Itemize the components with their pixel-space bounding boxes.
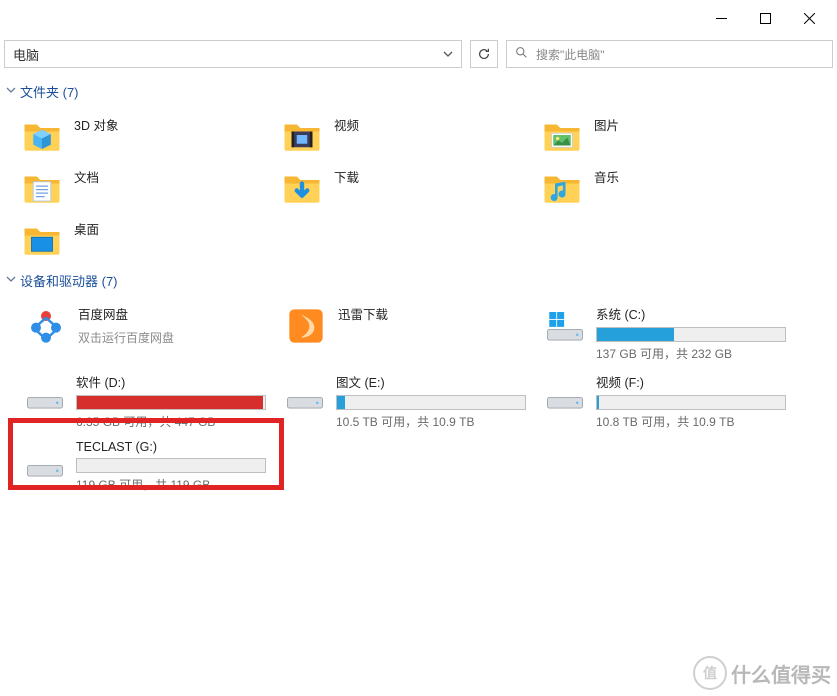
capacity-text: 10.5 TB 可用，共 10.9 TB	[336, 410, 526, 430]
folders-grid: 3D 对象 视频 图片 文档 下载	[2, 109, 835, 265]
search-icon	[515, 46, 528, 62]
drive-label: TECLAST (G:)	[76, 440, 266, 458]
capacity-text: 119 GB 可用，共 119 GB	[76, 473, 266, 493]
folder-3d-objects[interactable]: 3D 对象	[20, 109, 280, 161]
close-button[interactable]	[787, 3, 831, 33]
capacity-text: 10.8 TB 可用，共 10.9 TB	[596, 410, 786, 430]
xunlei-icon	[284, 304, 328, 348]
folder-icon	[20, 113, 64, 157]
watermark-badge: 值	[693, 656, 727, 690]
group-header-drives[interactable]: 设备和驱动器 (7)	[2, 265, 835, 298]
capacity-text: 137 GB 可用，共 232 GB	[596, 342, 786, 362]
drive-icon	[284, 372, 326, 416]
minimize-button[interactable]	[699, 3, 743, 33]
breadcrumb[interactable]: 电脑	[4, 40, 462, 68]
capacity-bar	[76, 395, 266, 410]
watermark-text: 什么值得买	[731, 659, 831, 688]
folder-videos[interactable]: 视频	[280, 109, 540, 161]
drive-e-tuwen[interactable]: 图文 (E:) 10.5 TB 可用，共 10.9 TB	[280, 366, 540, 434]
capacity-bar	[596, 395, 786, 410]
capacity-bar	[596, 327, 786, 342]
folder-icon	[280, 165, 324, 209]
drive-icon	[24, 440, 66, 484]
folder-icon	[20, 217, 64, 261]
drive-subtitle: 双击运行百度网盘	[78, 327, 258, 346]
drive-c-system[interactable]: 系统 (C:) 137 GB 可用，共 232 GB	[540, 298, 800, 366]
refresh-button[interactable]	[470, 40, 498, 68]
folder-downloads[interactable]: 下载	[280, 161, 540, 213]
window-title-bar	[0, 0, 837, 36]
drive-icon	[544, 372, 586, 416]
folder-icon	[540, 113, 584, 157]
drive-g-teclast[interactable]: TECLAST (G:) 119 GB 可用，共 119 GB	[20, 434, 280, 502]
search-placeholder: 搜索"此电脑"	[536, 46, 605, 63]
folder-label: 桌面	[74, 217, 99, 238]
drive-label: 迅雷下载	[338, 304, 518, 327]
chevron-down-icon	[6, 274, 16, 287]
folder-label: 3D 对象	[74, 113, 118, 134]
search-input[interactable]: 搜索"此电脑"	[506, 40, 833, 68]
folder-label: 音乐	[594, 165, 619, 186]
folder-icon	[540, 165, 584, 209]
capacity-text: 6.35 GB 可用，共 447 GB	[76, 410, 266, 430]
drives-grid: 百度网盘 双击运行百度网盘 迅雷下载 系统 (C:) 137 GB 可用，共 2…	[2, 298, 835, 502]
folder-icon	[280, 113, 324, 157]
this-pc-content: 文件夹 (7) 3D 对象 视频 图片 文档	[0, 72, 837, 502]
drive-baidu-netdisk[interactable]: 百度网盘 双击运行百度网盘	[20, 298, 280, 366]
drive-label: 百度网盘	[78, 304, 258, 327]
group-header-label: 文件夹 (7)	[20, 82, 79, 101]
folder-label: 视频	[334, 113, 359, 134]
breadcrumb-path: 电脑	[13, 45, 39, 64]
drive-f-video[interactable]: 视频 (F:) 10.8 TB 可用，共 10.9 TB	[540, 366, 800, 434]
address-bar-row: 电脑 搜索"此电脑"	[0, 36, 837, 72]
folder-documents[interactable]: 文档	[20, 161, 280, 213]
capacity-bar	[336, 395, 526, 410]
folder-music[interactable]: 音乐	[540, 161, 800, 213]
folder-icon	[20, 165, 64, 209]
drive-icon	[24, 372, 66, 416]
drive-xunlei[interactable]: 迅雷下载	[280, 298, 540, 366]
drive-label: 视频 (F:)	[596, 372, 786, 395]
baidu-icon	[24, 304, 68, 348]
watermark: 值 什么值得买	[693, 656, 831, 690]
drive-label: 图文 (E:)	[336, 372, 526, 395]
group-header-folders[interactable]: 文件夹 (7)	[2, 76, 835, 109]
folder-desktop[interactable]: 桌面	[20, 213, 280, 265]
folder-pictures[interactable]: 图片	[540, 109, 800, 161]
system-drive-icon	[544, 304, 586, 348]
folder-label: 图片	[594, 113, 619, 134]
chevron-down-icon[interactable]	[443, 47, 453, 62]
folder-label: 文档	[74, 165, 99, 186]
drive-d-software[interactable]: 软件 (D:) 6.35 GB 可用，共 447 GB	[20, 366, 280, 434]
folder-label: 下载	[334, 165, 359, 186]
maximize-button[interactable]	[743, 3, 787, 33]
drive-label: 系统 (C:)	[596, 304, 786, 327]
capacity-bar	[76, 458, 266, 473]
chevron-down-icon	[6, 85, 16, 98]
group-header-label: 设备和驱动器 (7)	[20, 271, 118, 290]
drive-label: 软件 (D:)	[76, 372, 266, 395]
